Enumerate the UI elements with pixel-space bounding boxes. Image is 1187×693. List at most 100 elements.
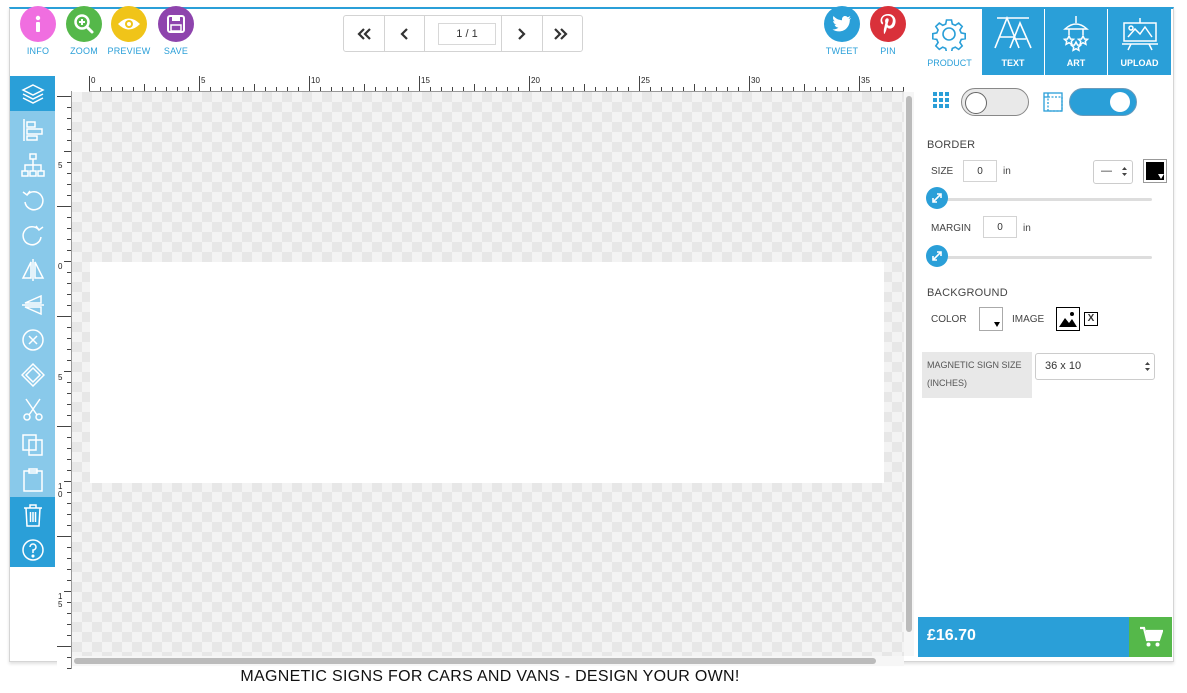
sign-artboard[interactable] bbox=[90, 262, 884, 483]
bleed-toggle[interactable] bbox=[1069, 88, 1137, 116]
select-arrows-icon bbox=[1145, 362, 1150, 371]
pinterest-icon bbox=[870, 6, 906, 42]
clipboard-icon bbox=[22, 467, 43, 492]
zoom-icon bbox=[66, 6, 102, 42]
sign-size-label: MAGNETIC SIGN SIZE (INCHES) bbox=[922, 352, 1032, 398]
ruler-label: 1 0 bbox=[58, 482, 63, 499]
tab-art-label: ART bbox=[1066, 58, 1086, 68]
trash-icon bbox=[23, 503, 42, 527]
ruler-label: 10 bbox=[311, 76, 320, 85]
resize-diagonal-icon bbox=[932, 193, 942, 203]
undo-button[interactable] bbox=[10, 182, 55, 217]
margin-input[interactable]: 0 bbox=[983, 216, 1017, 238]
flip-horizontal-icon bbox=[21, 258, 44, 281]
background-heading: BACKGROUND bbox=[927, 287, 1008, 299]
horizontal-scroll-thumb[interactable] bbox=[74, 658, 876, 664]
shopping-cart-icon bbox=[1139, 626, 1163, 647]
select-arrows-icon bbox=[1122, 167, 1127, 176]
tab-product[interactable]: PRODUCT bbox=[918, 9, 981, 75]
flip-vertical-button[interactable] bbox=[10, 287, 55, 322]
toggle-knob bbox=[965, 92, 987, 114]
ruler-label: 1 5 bbox=[58, 592, 63, 609]
tab-upload[interactable]: UPLOAD bbox=[1108, 9, 1171, 75]
bring-forward-button[interactable] bbox=[10, 357, 55, 392]
border-size-input[interactable]: 0 bbox=[963, 160, 997, 182]
margin-slider[interactable] bbox=[940, 256, 1152, 259]
tools-sidebar bbox=[10, 76, 55, 567]
close-circle-icon bbox=[21, 328, 44, 351]
last-page-button[interactable] bbox=[541, 16, 581, 51]
layers-button[interactable] bbox=[10, 76, 55, 111]
remove-background-image-button[interactable]: X bbox=[1084, 312, 1098, 326]
copy-button[interactable] bbox=[10, 427, 55, 462]
pin-label: PIN bbox=[880, 46, 896, 56]
help-button[interactable] bbox=[10, 532, 55, 567]
margin-slider-handle[interactable] bbox=[926, 245, 948, 267]
sign-size-label-line2: (INCHES) bbox=[927, 378, 967, 388]
page-indicator[interactable]: 1 / 1 bbox=[438, 23, 496, 45]
page-navigator: 1 / 1 bbox=[343, 15, 583, 52]
align-left-icon bbox=[22, 118, 43, 141]
add-to-cart-button[interactable] bbox=[1129, 617, 1172, 657]
double-chevron-right-icon bbox=[554, 27, 568, 40]
dropdown-caret-icon bbox=[1158, 174, 1164, 179]
copy-icon bbox=[21, 433, 43, 456]
ruler-label: 20 bbox=[531, 76, 540, 85]
sign-size-select[interactable]: 36 x 10 bbox=[1035, 353, 1155, 380]
flip-horizontal-button[interactable] bbox=[10, 252, 55, 287]
preview-label: PREVIEW bbox=[107, 46, 151, 56]
undo-icon bbox=[22, 190, 44, 210]
floppy-disk-icon bbox=[158, 6, 194, 42]
previous-page-button[interactable] bbox=[384, 16, 425, 51]
save-label: SAVE bbox=[163, 46, 189, 56]
border-size-slider-handle[interactable] bbox=[926, 187, 948, 209]
border-color-swatch[interactable] bbox=[1143, 159, 1167, 183]
art-icon bbox=[1062, 16, 1090, 52]
ruler-label: 15 bbox=[421, 76, 430, 85]
toggle-knob bbox=[1110, 92, 1130, 112]
border-size-unit: in bbox=[1003, 166, 1011, 177]
redo-button[interactable] bbox=[10, 217, 55, 252]
ruler-label: 25 bbox=[641, 76, 650, 85]
preview-button[interactable]: PREVIEW bbox=[102, 6, 156, 56]
layer-diamond-icon bbox=[20, 362, 45, 387]
pin-button[interactable]: PIN bbox=[861, 6, 915, 56]
chevron-right-icon bbox=[518, 27, 526, 40]
price-bar: £16.70 bbox=[918, 617, 1129, 657]
arrange-button[interactable] bbox=[10, 147, 55, 182]
background-image-button[interactable] bbox=[1056, 307, 1080, 331]
redo-icon bbox=[21, 225, 43, 245]
paste-button[interactable] bbox=[10, 462, 55, 497]
border-size-slider[interactable] bbox=[940, 198, 1152, 201]
ruler-label: 0 bbox=[91, 76, 96, 85]
vertical-scroll-thumb[interactable] bbox=[906, 96, 912, 632]
ruler-label: 30 bbox=[751, 76, 760, 85]
scissors-icon bbox=[22, 398, 43, 421]
border-heading: BORDER bbox=[927, 139, 976, 151]
double-chevron-left-icon bbox=[357, 27, 371, 40]
resize-diagonal-icon bbox=[932, 251, 942, 261]
cut-button[interactable] bbox=[10, 392, 55, 427]
border-style-select[interactable]: — bbox=[1093, 160, 1133, 184]
margin-label: MARGIN bbox=[931, 223, 971, 234]
horizontal-ruler: 0 5 10 15 20 25 30 35 bbox=[89, 76, 904, 92]
upload-icon bbox=[1122, 18, 1158, 51]
twitter-icon bbox=[824, 6, 860, 42]
tab-text[interactable]: TEXT bbox=[982, 9, 1044, 75]
background-color-swatch[interactable] bbox=[979, 307, 1003, 331]
sign-size-value: 36 x 10 bbox=[1045, 360, 1082, 372]
align-button[interactable] bbox=[10, 112, 55, 147]
ruler-label: 5 bbox=[201, 76, 206, 85]
grid-toggle[interactable] bbox=[961, 88, 1029, 116]
next-page-button[interactable] bbox=[501, 16, 543, 51]
tab-art[interactable]: ART bbox=[1045, 9, 1107, 75]
save-button[interactable]: SAVE bbox=[149, 6, 203, 56]
delete-selection-button[interactable] bbox=[10, 322, 55, 357]
trash-button[interactable] bbox=[10, 497, 55, 532]
help-icon bbox=[21, 538, 44, 561]
text-icon bbox=[994, 15, 1032, 49]
first-page-button[interactable] bbox=[344, 16, 385, 51]
tab-product-label: PRODUCT bbox=[927, 58, 972, 68]
layers-icon bbox=[20, 83, 45, 104]
vertical-ruler: 5 0 5 1 0 1 5 bbox=[57, 91, 72, 669]
